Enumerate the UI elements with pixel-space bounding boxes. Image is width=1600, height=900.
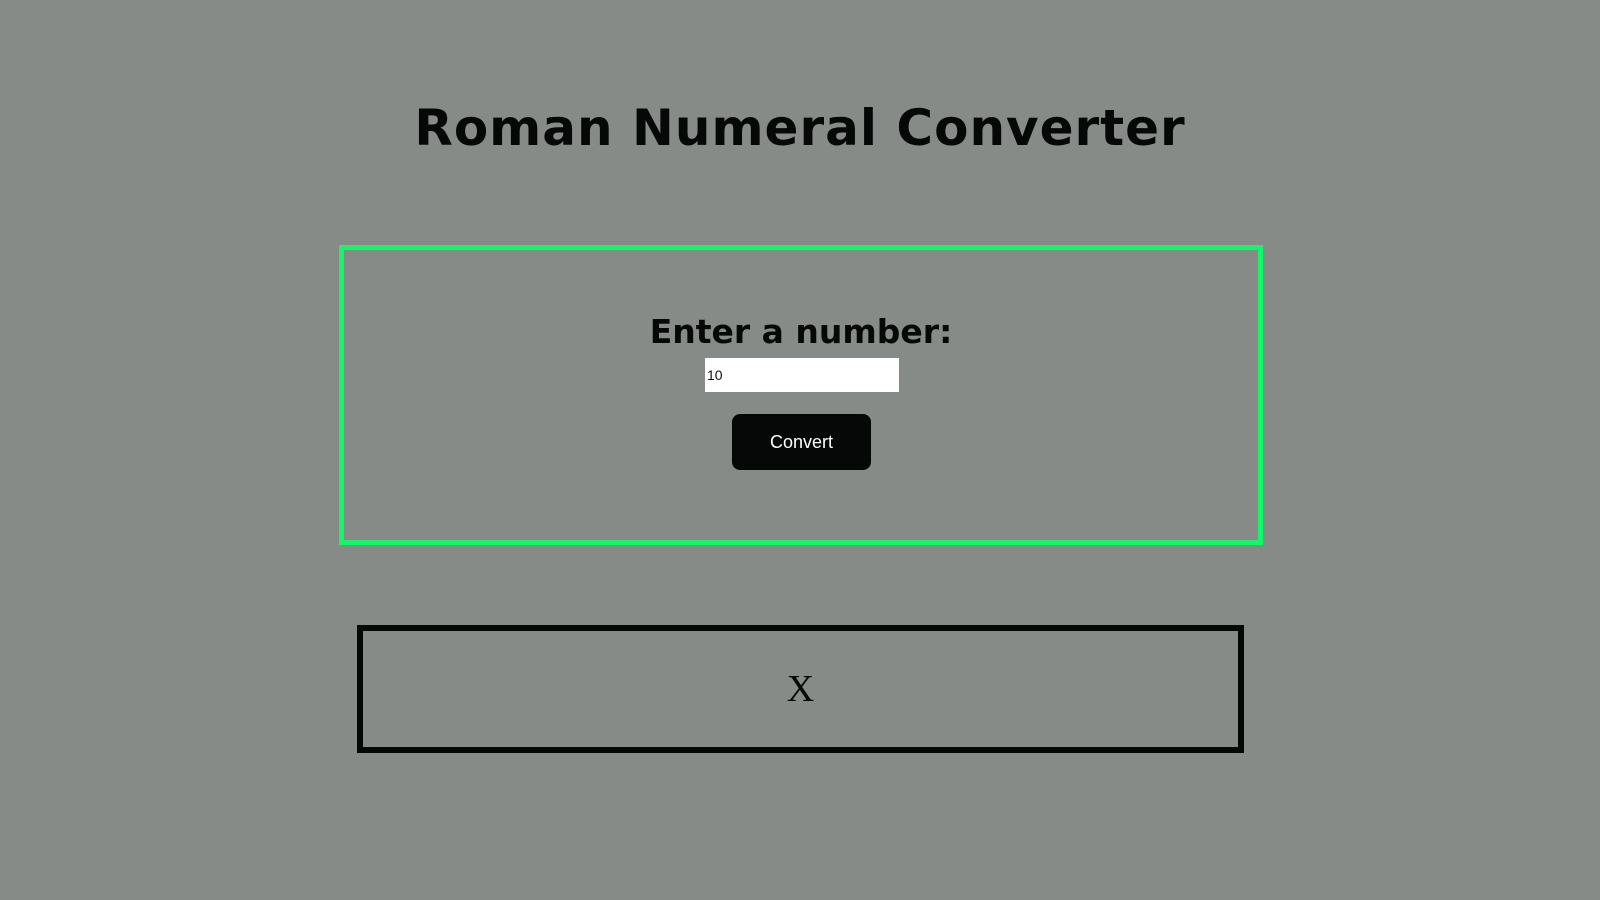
output-panel: X	[357, 625, 1244, 753]
output-value: X	[786, 668, 815, 710]
converter-form: Enter a number: Convert	[339, 245, 1263, 545]
number-input[interactable]	[704, 357, 900, 393]
number-label: Enter a number:	[649, 312, 953, 351]
page-title: Roman Numeral Converter	[414, 99, 1186, 157]
convert-button[interactable]: Convert	[732, 414, 871, 470]
